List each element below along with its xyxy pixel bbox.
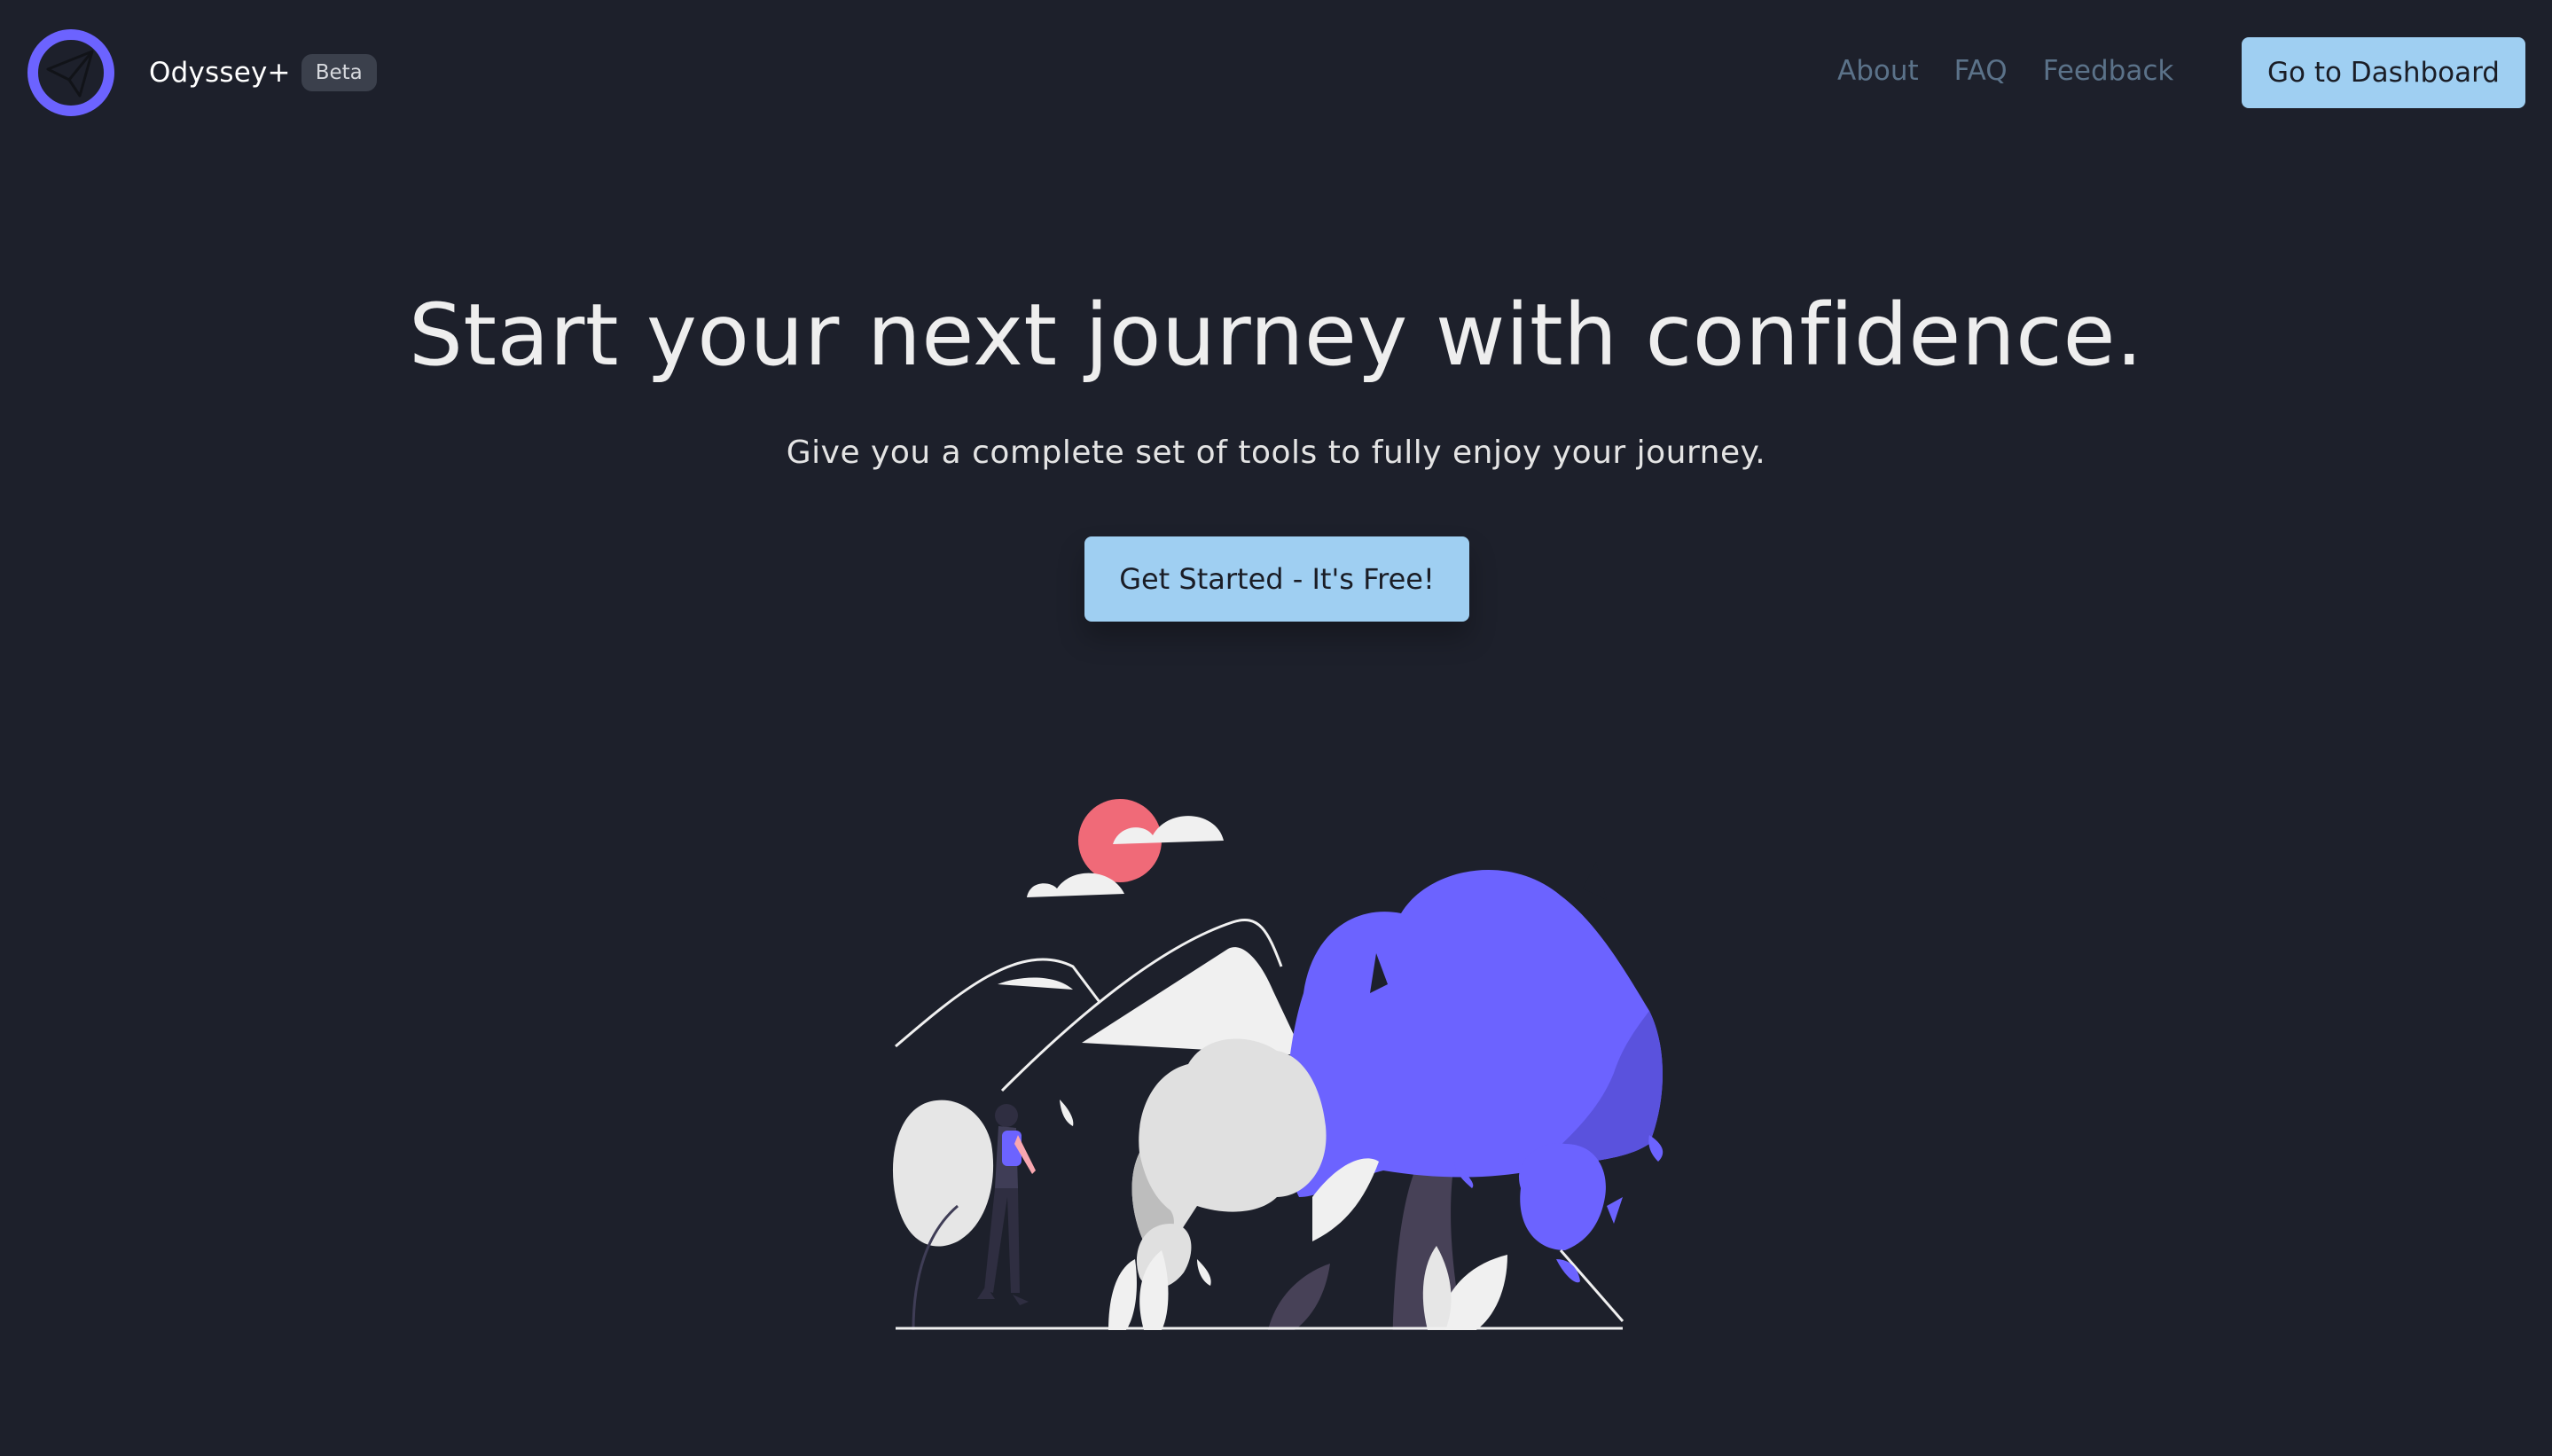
beta-badge: Beta xyxy=(301,54,377,91)
get-started-button[interactable]: Get Started - It's Free! xyxy=(1084,536,1469,622)
go-to-dashboard-button[interactable]: Go to Dashboard xyxy=(2242,37,2525,108)
nav-link-faq[interactable]: FAQ xyxy=(1954,55,2008,87)
nav-link-feedback[interactable]: Feedback xyxy=(2043,55,2174,87)
brand-name: Odyssey+ xyxy=(149,57,291,89)
paper-plane-icon[interactable] xyxy=(27,28,115,117)
purple-tree-shape xyxy=(1286,862,1663,1330)
top-nav-bar: Odyssey+ Beta About FAQ Feedback Go to D… xyxy=(0,0,2552,145)
journey-illustration xyxy=(892,799,1663,1330)
landing-page: Odyssey+ Beta About FAQ Feedback Go to D… xyxy=(0,0,2552,1456)
nav-link-about[interactable]: About xyxy=(1837,55,1919,87)
hero-title: Start your next journey with confidence. xyxy=(408,286,2144,385)
main-nav: About FAQ Feedback xyxy=(1837,55,2173,87)
hero-subtitle: Give you a complete set of tools to full… xyxy=(786,434,1766,471)
brand[interactable]: Odyssey+ Beta xyxy=(149,53,377,92)
